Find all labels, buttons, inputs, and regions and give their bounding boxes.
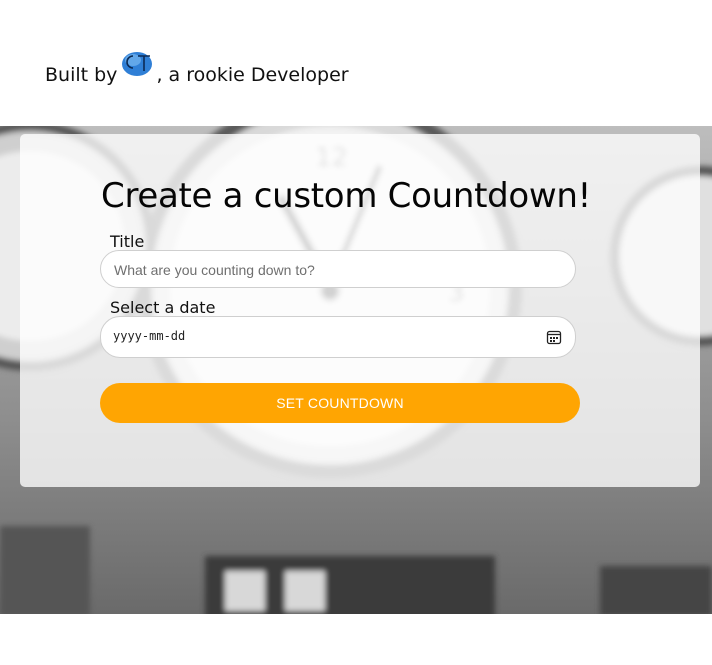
page-title: Create a custom Countdown! — [101, 176, 591, 216]
site-header: Built by , a rookie Developer — [0, 0, 712, 126]
calendar-icon[interactable] — [546, 329, 562, 345]
set-countdown-button[interactable]: SET COUNTDOWN — [100, 383, 580, 423]
title-label: Title — [110, 232, 145, 251]
developer-logo — [121, 50, 155, 78]
date-input[interactable]: yyyy-mm-dd — [100, 316, 576, 358]
date-label: Select a date — [110, 298, 216, 317]
hero-section: 12 3 Create a custom Countdown! Title Se… — [0, 126, 712, 614]
byline-suffix: , a rookie Developer — [156, 64, 349, 86]
title-input[interactable] — [112, 261, 536, 279]
date-placeholder: yyyy-mm-dd — [113, 329, 186, 343]
byline-prefix: Built by — [45, 64, 118, 86]
byline: Built by , a rookie Developer — [45, 52, 349, 86]
countdown-form-card: Create a custom Countdown! Title Select … — [20, 134, 700, 487]
title-field-wrapper — [100, 250, 576, 288]
